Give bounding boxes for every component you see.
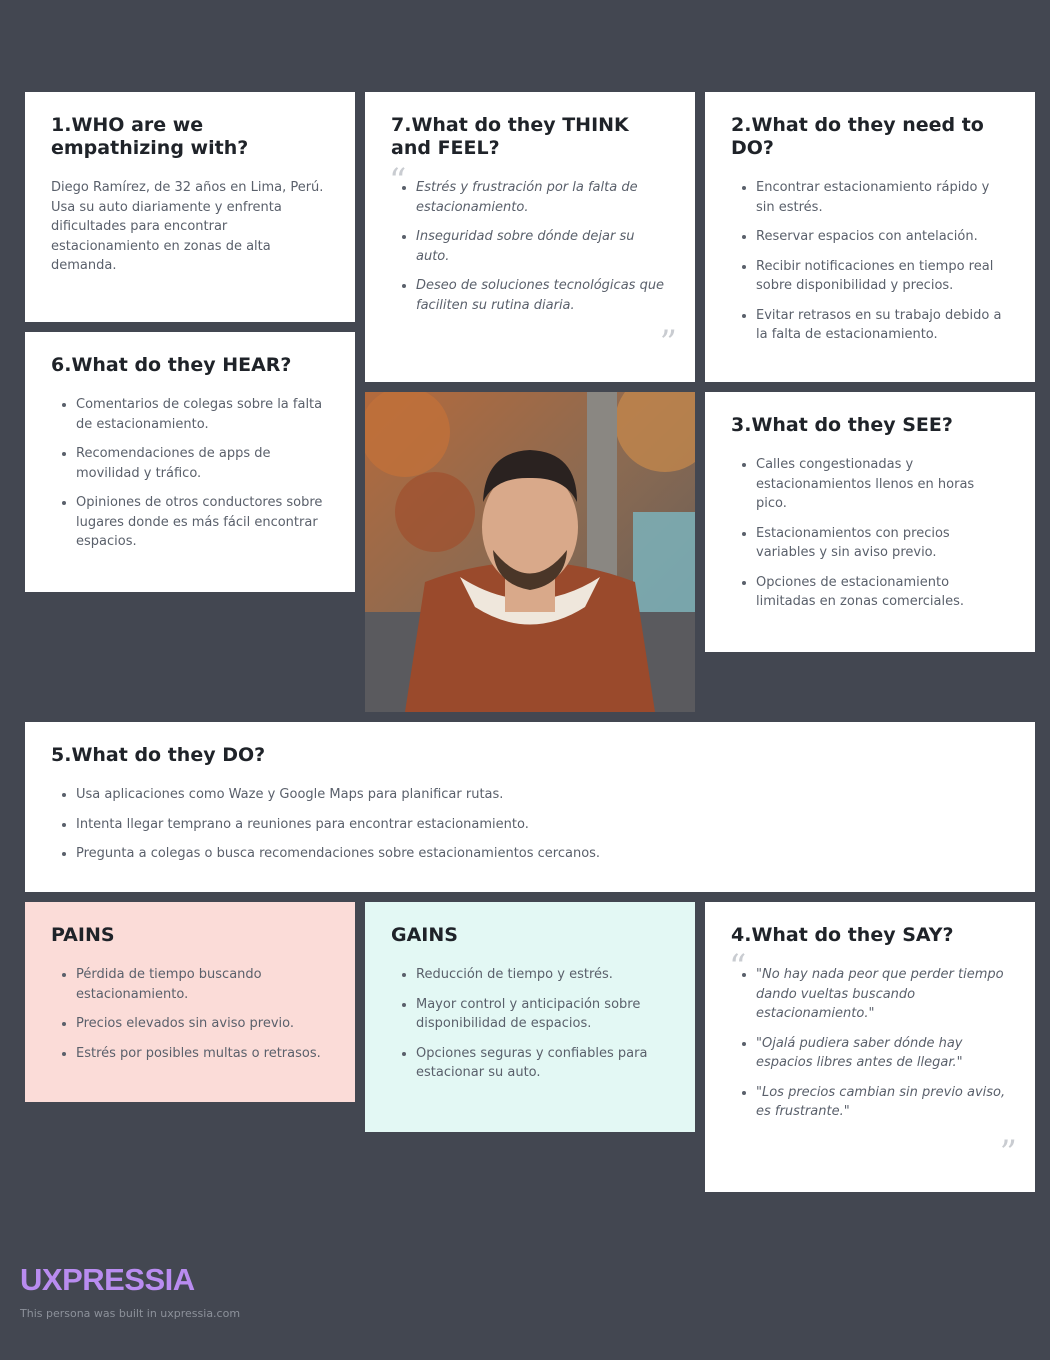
who-text: Diego Ramírez, de 32 años en Lima, Perú.… bbox=[51, 180, 324, 273]
close-quote-icon: ” bbox=[659, 323, 677, 363]
list-item: Precios elevados sin aviso previo. bbox=[76, 1014, 329, 1034]
list-item: Encontrar estacionamiento rápido y sin e… bbox=[756, 178, 1009, 217]
list-item: Pregunta a colegas o busca recomendacion… bbox=[76, 844, 1009, 864]
hear-list: Comentarios de colegas sobre la falta de… bbox=[51, 395, 329, 552]
who-title: 1.WHO are we empathizing with? bbox=[51, 114, 249, 159]
list-item: Intenta llegar temprano a reuniones para… bbox=[76, 815, 1009, 835]
gains-title: GAINS bbox=[391, 924, 458, 946]
close-quote-icon: ” bbox=[999, 1133, 1017, 1173]
list-item: Estrés por posibles multas o retrasos. bbox=[76, 1044, 329, 1064]
list-item: Comentarios de colegas sobre la falta de… bbox=[76, 395, 329, 434]
say-card: 4.What do they SAY? “ "No hay nada peor … bbox=[705, 902, 1035, 1192]
list-item: Inseguridad sobre dónde dejar su auto. bbox=[416, 227, 669, 266]
say-title: 4.What do they SAY? bbox=[731, 924, 954, 946]
gains-list: Reducción de tiempo y estrés. Mayor cont… bbox=[391, 965, 669, 1083]
see-card: 3.What do they SEE? Calles congestionada… bbox=[705, 392, 1035, 652]
list-item: "No hay nada peor que perder tiempo dand… bbox=[756, 965, 1009, 1024]
need-to-do-title: 2.What do they need to DO? bbox=[731, 114, 984, 159]
list-item: Calles congestionadas y estacionamientos… bbox=[756, 455, 1009, 514]
persona-photo-illustration bbox=[365, 392, 695, 712]
do-card: 5.What do they DO? Usa aplicaciones como… bbox=[25, 722, 1035, 892]
list-item: Opciones de estacionamiento limitadas en… bbox=[756, 573, 1009, 612]
list-item: Recibir notificaciones en tiempo real so… bbox=[756, 257, 1009, 296]
list-item: Recomendaciones de apps de movilidad y t… bbox=[76, 444, 329, 483]
open-quote-icon: “ bbox=[729, 947, 747, 987]
need-to-do-list: Encontrar estacionamiento rápido y sin e… bbox=[731, 178, 1009, 345]
built-with-text: This persona was built in uxpressia.com bbox=[20, 1307, 241, 1320]
see-title: 3.What do they SEE? bbox=[731, 414, 953, 436]
think-feel-title: 7.What do they THINK and FEEL? bbox=[391, 114, 629, 159]
list-item: Usa aplicaciones como Waze y Google Maps… bbox=[76, 785, 1009, 805]
list-item: Reservar espacios con antelación. bbox=[756, 227, 1009, 247]
hear-card: 6.What do they HEAR? Comentarios de cole… bbox=[25, 332, 355, 592]
persona-photo bbox=[365, 392, 695, 712]
pains-title: PAINS bbox=[51, 924, 115, 946]
list-item: Deseo de soluciones tecnológicas que fac… bbox=[416, 276, 669, 315]
do-title: 5.What do they DO? bbox=[51, 744, 266, 766]
gains-card: GAINS Reducción de tiempo y estrés. Mayo… bbox=[365, 902, 695, 1132]
do-list: Usa aplicaciones como Waze y Google Maps… bbox=[51, 785, 1009, 864]
who-card: 1.WHO are we empathizing with? Diego Ram… bbox=[25, 92, 355, 322]
list-item: Pérdida de tiempo buscando estacionamien… bbox=[76, 965, 329, 1004]
list-item: Opciones seguras y confiables para estac… bbox=[416, 1044, 669, 1083]
hear-title: 6.What do they HEAR? bbox=[51, 354, 292, 376]
need-to-do-card: 2.What do they need to DO? Encontrar est… bbox=[705, 92, 1035, 382]
say-list: "No hay nada peor que perder tiempo dand… bbox=[731, 965, 1009, 1122]
list-item: "Los precios cambian sin previo aviso, e… bbox=[756, 1083, 1009, 1122]
list-item: Opiniones de otros conductores sobre lug… bbox=[76, 493, 329, 552]
think-feel-list: Estrés y frustración por la falta de est… bbox=[391, 178, 669, 315]
see-list: Calles congestionadas y estacionamientos… bbox=[731, 455, 1009, 612]
pains-list: Pérdida de tiempo buscando estacionamien… bbox=[51, 965, 329, 1063]
pains-card: PAINS Pérdida de tiempo buscando estacio… bbox=[25, 902, 355, 1102]
list-item: "Ojalá pudiera saber dónde hay espacios … bbox=[756, 1034, 1009, 1073]
list-item: Mayor control y anticipación sobre dispo… bbox=[416, 995, 669, 1034]
list-item: Evitar retrasos en su trabajo debido a l… bbox=[756, 306, 1009, 345]
open-quote-icon: “ bbox=[389, 161, 407, 201]
list-item: Estacionamientos con precios variables y… bbox=[756, 524, 1009, 563]
think-feel-card: 7.What do they THINK and FEEL? “ Estrés … bbox=[365, 92, 695, 382]
uxpressia-logo[interactable]: UXPRESSIA bbox=[20, 1262, 195, 1298]
list-item: Reducción de tiempo y estrés. bbox=[416, 965, 669, 985]
list-item: Estrés y frustración por la falta de est… bbox=[416, 178, 669, 217]
